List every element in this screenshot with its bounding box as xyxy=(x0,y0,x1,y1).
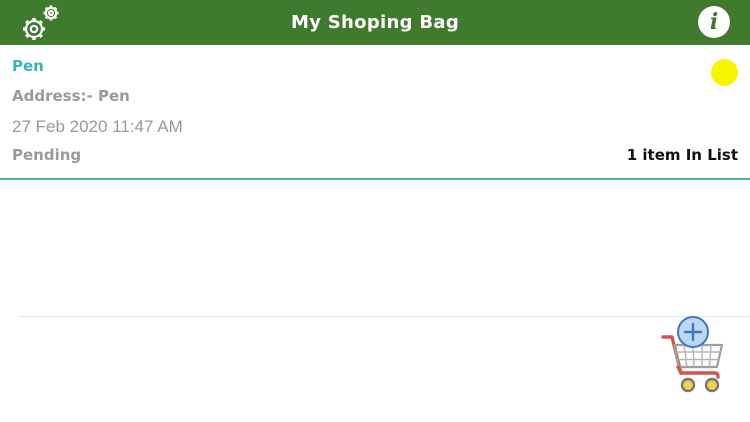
list-address: Address:- Pen xyxy=(12,87,130,105)
list-name: Pen xyxy=(12,57,44,75)
content-divider xyxy=(20,316,750,317)
info-icon: i xyxy=(709,9,719,35)
add-list-button[interactable] xyxy=(660,315,726,397)
page-title: My Shoping Bag xyxy=(290,12,460,33)
info-button[interactable]: i xyxy=(698,6,730,38)
list-status: Pending xyxy=(12,146,82,164)
list-date: 27 Feb 2020 11:47 AM xyxy=(12,117,183,136)
status-indicator-dot xyxy=(711,59,738,86)
top-bar: My Shoping Bag i xyxy=(0,0,750,45)
list-item-count: 1 item In List xyxy=(626,146,738,164)
list-divider xyxy=(0,178,750,180)
add-to-cart-icon xyxy=(661,316,724,393)
shopping-list-item[interactable]: Pen Address:- Pen 27 Feb 2020 11:47 AM P… xyxy=(0,45,750,180)
